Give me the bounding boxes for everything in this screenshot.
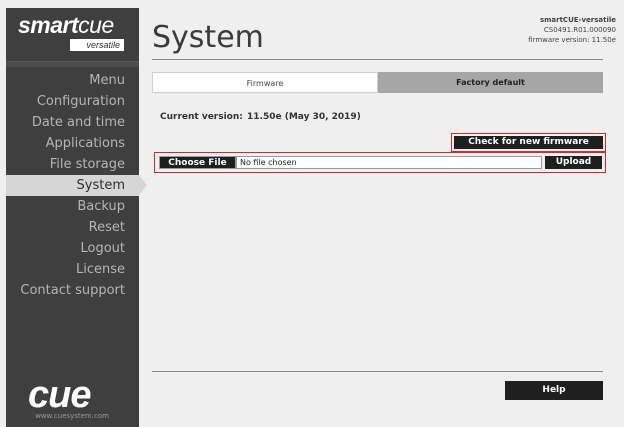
device-info: smartCUE-versatile CS0491.R01.000090 fir… [528, 15, 616, 45]
sidebar: smartcue versatile Menu Configuration Da… [6, 8, 147, 427]
smartcue-logo: smartcue versatile [18, 12, 128, 54]
logo-wordmark: smartcue [18, 12, 114, 38]
device-name: smartCUE-versatile [539, 16, 616, 24]
upload-button[interactable]: Upload [545, 156, 602, 169]
firmware-info: firmware version: 11.50e [528, 36, 616, 44]
upload-highlight: Choose File No file chosen Upload [154, 152, 606, 173]
sidebar-item-file-storage[interactable]: File storage [6, 154, 139, 175]
cue-logo: cue [28, 374, 91, 416]
device-serial: CS0491.R01.000090 [543, 26, 616, 34]
sidebar-item-contact-support[interactable]: Contact support [6, 280, 139, 301]
sidebar-item-date-and-time[interactable]: Date and time [6, 112, 139, 133]
current-version-label: Current version: [160, 112, 243, 122]
sidebar-item-configuration[interactable]: Configuration [6, 91, 139, 112]
footer-divider [152, 371, 603, 372]
page-title: System [152, 20, 264, 55]
choose-file-button[interactable]: Choose File [159, 156, 236, 169]
company-url: www.cuesystem.com [35, 412, 109, 420]
sidebar-item-applications[interactable]: Applications [6, 133, 139, 154]
sidebar-item-logout[interactable]: Logout [6, 238, 139, 259]
current-version-value: 11.50e (May 30, 2019) [247, 112, 361, 122]
tab-firmware[interactable]: Firmware [152, 72, 378, 93]
sidebar-item-reset[interactable]: Reset [6, 217, 139, 238]
help-button[interactable]: Help [505, 381, 603, 400]
tab-factory-default[interactable]: Factory default [378, 72, 603, 93]
sidebar-item-backup[interactable]: Backup [6, 196, 139, 217]
check-firmware-button[interactable]: Check for new firmware [454, 136, 603, 149]
sidebar-item-license[interactable]: License [6, 259, 139, 280]
sidebar-menu: Menu Configuration Date and time Applica… [6, 70, 147, 301]
header-divider [152, 59, 603, 60]
logo-subtitle: versatile [70, 39, 124, 51]
file-input-field[interactable]: No file chosen [236, 156, 542, 169]
sidebar-item-menu[interactable]: Menu [6, 70, 139, 91]
check-firmware-highlight: Check for new firmware [451, 133, 606, 152]
sidebar-item-system[interactable]: System [6, 175, 147, 196]
sidebar-divider [6, 61, 139, 67]
